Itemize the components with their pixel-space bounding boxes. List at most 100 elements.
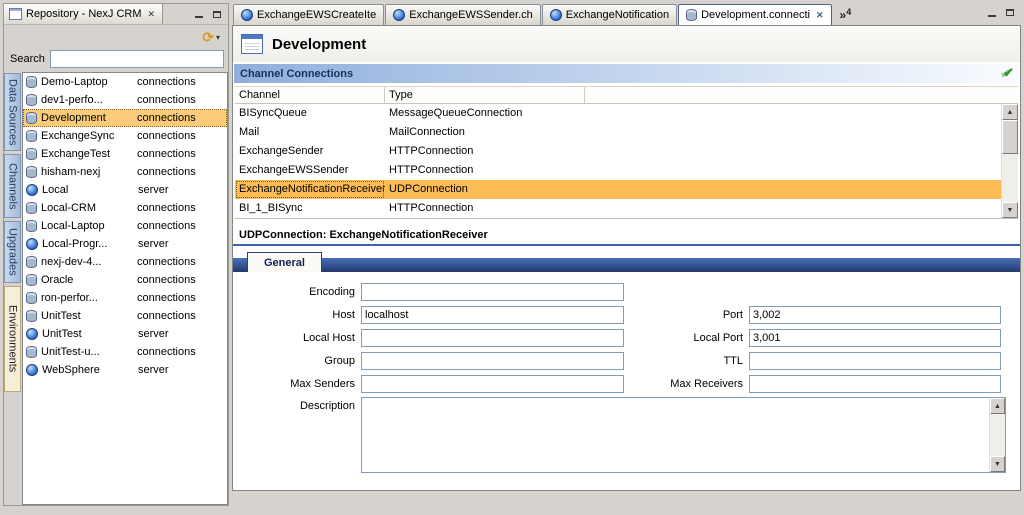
- column-header-channel[interactable]: Channel: [235, 87, 385, 103]
- minimize-icon: [988, 15, 996, 17]
- list-item[interactable]: Local-CRMconnections: [23, 199, 227, 217]
- minimize-button[interactable]: [191, 8, 206, 21]
- field-host[interactable]: [361, 306, 624, 324]
- form-row: HostPort: [233, 303, 1020, 326]
- scroll-track[interactable]: [990, 414, 1005, 456]
- sidebar-tab-channels[interactable]: Channels: [4, 154, 21, 218]
- table-row[interactable]: MailMailConnection: [235, 123, 1001, 142]
- list-item[interactable]: nexj-dev-4...connections: [23, 253, 227, 271]
- form-row: GroupTTL: [233, 349, 1020, 372]
- hidden-tab-count: 4: [846, 7, 851, 17]
- cell-extra: [585, 180, 1001, 199]
- sidebar-tab-data-sources[interactable]: Data Sources: [4, 73, 21, 151]
- list-item[interactable]: UnitTest-u...connections: [23, 343, 227, 361]
- search-input[interactable]: [50, 50, 224, 68]
- table-row[interactable]: BI_1_BISyncHTTPConnection: [235, 199, 1001, 218]
- table-scrollbar[interactable]: ▲ ▼: [1001, 104, 1018, 218]
- general-form-rows: EncodingHostPortLocal HostLocal PortGrou…: [233, 280, 1020, 395]
- repository-view: Repository - NexJ CRM ✕ ⟳ ▾ Search Data …: [3, 3, 229, 506]
- connection-icon: [26, 76, 37, 88]
- item-name: ExchangeTest: [41, 148, 137, 160]
- field-description[interactable]: ▲ ▼: [361, 397, 1006, 473]
- connection-icon: [26, 256, 37, 268]
- server-icon: [26, 238, 38, 250]
- table-row[interactable]: BISyncQueueMessageQueueConnection: [235, 104, 1001, 123]
- view-titlebar-buttons: [163, 4, 228, 24]
- field-local-host[interactable]: [361, 329, 624, 347]
- channel-table-body: BISyncQueueMessageQueueConnectionMailMai…: [235, 104, 1001, 218]
- list-item[interactable]: Local-Progr...server: [23, 235, 227, 253]
- list-item[interactable]: ExchangeSyncconnections: [23, 127, 227, 145]
- description-row: Description ▲ ▼: [233, 397, 1020, 473]
- scroll-track[interactable]: [1002, 154, 1018, 202]
- item-type: server: [138, 328, 169, 340]
- field-port[interactable]: [749, 306, 1001, 324]
- sync-icon[interactable]: ⟳: [202, 30, 214, 44]
- table-row[interactable]: ExchangeEWSSenderHTTPConnection: [235, 161, 1001, 180]
- scroll-down-icon[interactable]: ▼: [1002, 202, 1018, 218]
- item-type: connections: [137, 346, 196, 358]
- editor-tab-exchangeewscreateite[interactable]: ExchangeEWSCreateIte: [233, 4, 384, 25]
- column-header-type[interactable]: Type: [385, 87, 585, 103]
- list-item[interactable]: hisham-nexjconnections: [23, 163, 227, 181]
- list-item[interactable]: Local-Laptopconnections: [23, 217, 227, 235]
- item-name: dev1-perfo...: [41, 94, 137, 106]
- list-item[interactable]: Developmentconnections: [23, 109, 227, 127]
- minimize-button[interactable]: [984, 6, 999, 19]
- scroll-down-icon[interactable]: ▼: [990, 456, 1005, 472]
- editor-tab-exchangeewssender.ch[interactable]: ExchangeEWSSender.ch: [385, 4, 541, 25]
- tab-general[interactable]: General: [247, 252, 322, 272]
- cell-extra: [585, 199, 1001, 218]
- description-scrollbar[interactable]: ▲ ▼: [989, 398, 1005, 472]
- field-max-receivers[interactable]: [749, 375, 1001, 393]
- list-item[interactable]: Oracleconnections: [23, 271, 227, 289]
- sidebar-tab-environments[interactable]: Environments: [4, 286, 21, 392]
- maximize-button[interactable]: [209, 8, 224, 21]
- list-item[interactable]: ron-perfor...connections: [23, 289, 227, 307]
- channel-icon: [241, 9, 253, 21]
- field-label-encoding: Encoding: [233, 286, 361, 298]
- list-item[interactable]: UnitTestconnections: [23, 307, 227, 325]
- sidebar-tab-upgrades[interactable]: Upgrades: [4, 221, 21, 283]
- field-ttl[interactable]: [749, 352, 1001, 370]
- scroll-thumb[interactable]: [1002, 120, 1018, 154]
- item-type: connections: [137, 148, 196, 160]
- table-row[interactable]: ExchangeNotificationReceiverUDPConnectio…: [235, 180, 1001, 199]
- list-item[interactable]: Demo-Laptopconnections: [23, 73, 227, 91]
- list-item[interactable]: UnitTestserver: [23, 325, 227, 343]
- repository-titlebar: Repository - NexJ CRM ✕: [4, 4, 228, 25]
- tab-overflow-chevron[interactable]: »4: [840, 7, 852, 22]
- connection-icon: [26, 148, 37, 160]
- field-label-ttl: TTL: [624, 355, 749, 367]
- field-encoding[interactable]: [361, 283, 624, 301]
- cell-extra: [585, 123, 1001, 142]
- list-item[interactable]: dev1-perfo...connections: [23, 91, 227, 109]
- field-label-port: Port: [624, 309, 749, 321]
- list-item[interactable]: WebSphereserver: [23, 361, 227, 379]
- close-icon[interactable]: ✕: [814, 10, 824, 21]
- editor-tab-exchangenotification[interactable]: ExchangeNotification: [542, 4, 677, 25]
- sidebar-tabs: Data Sources Channels Upgrades Environments: [4, 72, 22, 505]
- toolbar-dropdown-icon[interactable]: ▾: [216, 33, 220, 42]
- table-row[interactable]: ExchangeSenderHTTPConnection: [235, 142, 1001, 161]
- close-icon[interactable]: ✕: [146, 9, 158, 20]
- scroll-up-icon[interactable]: ▲: [1002, 104, 1018, 120]
- field-max-senders[interactable]: [361, 375, 624, 393]
- field-label-max-receivers: Max Receivers: [624, 378, 749, 390]
- field-local-port[interactable]: [749, 329, 1001, 347]
- connection-icon: [26, 130, 37, 142]
- list-item[interactable]: Localserver: [23, 181, 227, 199]
- item-type: server: [138, 364, 169, 376]
- repository-title: Repository - NexJ CRM: [26, 8, 142, 20]
- maximize-button[interactable]: [1002, 6, 1017, 19]
- scroll-up-icon[interactable]: ▲: [990, 398, 1005, 414]
- field-group[interactable]: [361, 352, 624, 370]
- editor-tab-development.connecti[interactable]: Development.connecti✕: [678, 4, 831, 25]
- item-type: connections: [137, 166, 196, 178]
- item-name: ExchangeSync: [41, 130, 137, 142]
- search-row: Search: [4, 49, 228, 72]
- item-name: UnitTest: [41, 310, 137, 322]
- list-item[interactable]: ExchangeTestconnections: [23, 145, 227, 163]
- repository-title-tab[interactable]: Repository - NexJ CRM ✕: [4, 4, 163, 24]
- item-type: connections: [137, 292, 196, 304]
